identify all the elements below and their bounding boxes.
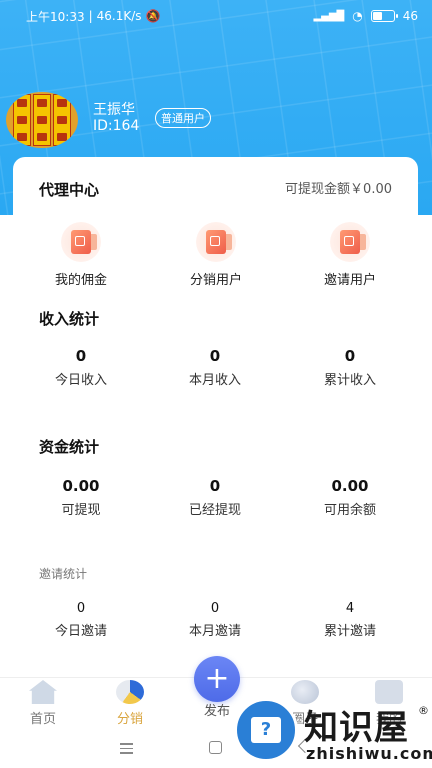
feature-label: 我的佣金 <box>54 273 107 288</box>
mute-icon: 🔕 <box>145 9 161 23</box>
user-level-badge: 普通用户 <box>155 108 211 128</box>
battery-level: 46 <box>402 9 418 23</box>
watermark-url: zhishiwu.com <box>306 744 432 763</box>
wifi-icon: ◔ <box>352 9 363 23</box>
withdrawable-amount[interactable]: 可提现金额￥0.00 <box>285 178 392 197</box>
battery-icon <box>370 10 398 22</box>
status-network-speed: 46.1K/s <box>96 9 142 23</box>
stat-available-balance: 0.00 可用余额 <box>323 477 376 518</box>
watermark-logo-icon: ? <box>234 698 298 762</box>
status-bar: 上午10:33 | 46.1K/s 🔕 ▂▄▆█ ◔ 46 <box>26 9 418 24</box>
invite-users-button[interactable]: 邀请用户 <box>305 222 395 288</box>
pie-icon <box>116 680 144 704</box>
agent-center-card: 代理中心 可提现金额￥0.00 我的佣金 分销用户 邀请用户 收入统计 0 今日… <box>13 157 418 677</box>
avatar-seal-icon <box>33 94 51 146</box>
publish-button[interactable]: + <box>194 656 240 702</box>
avatar-seal-icon <box>13 94 31 146</box>
commission-icon <box>61 222 101 262</box>
feature-label: 邀请用户 <box>323 273 376 288</box>
stat-withdrawable: 0.00 可提现 <box>61 477 101 518</box>
stat-month-income: 0 本月收入 <box>188 347 241 388</box>
tab-distribution[interactable]: 分销 <box>95 680 165 727</box>
stat-today-income: 0 今日收入 <box>54 347 107 388</box>
stat-today-invites: 0 今日邀请 <box>54 601 107 639</box>
menu-icon[interactable] <box>120 743 133 757</box>
user-id: ID:164 <box>93 118 140 134</box>
fund-stats-title: 资金统计 <box>39 438 100 456</box>
distribution-users-button[interactable]: 分销用户 <box>171 222 261 288</box>
income-stats-title: 收入统计 <box>39 310 100 328</box>
watermark-title: 知识屋 <box>304 708 409 748</box>
home-square-icon[interactable] <box>209 741 222 754</box>
publish-label[interactable]: 发布 <box>196 700 238 719</box>
signal-icon: ▂▄▆█ <box>313 10 345 22</box>
my-commission-button[interactable]: 我的佣金 <box>36 222 126 288</box>
plus-icon: + <box>204 661 230 696</box>
feature-label: 分销用户 <box>189 273 242 288</box>
watermark-registered: ® <box>418 704 429 717</box>
tab-home[interactable]: 首页 <box>8 680 78 727</box>
user-name: 王振华 <box>93 102 135 118</box>
stat-month-invites: 0 本月邀请 <box>188 601 241 639</box>
status-time: 上午10:33 <box>26 9 85 24</box>
agent-center-title: 代理中心 <box>39 181 100 199</box>
invite-stats-title: 邀请统计 <box>39 567 88 581</box>
avatar-seal-icon <box>53 94 71 146</box>
invite-users-icon <box>330 222 370 262</box>
home-icon <box>29 680 57 704</box>
stat-total-invites: 4 累计邀请 <box>323 601 376 639</box>
avatar[interactable] <box>6 92 78 148</box>
stat-withdrawn: 0 已经提现 <box>188 477 241 518</box>
distribution-users-icon <box>196 222 236 262</box>
stat-total-income: 0 累计收入 <box>323 347 376 388</box>
